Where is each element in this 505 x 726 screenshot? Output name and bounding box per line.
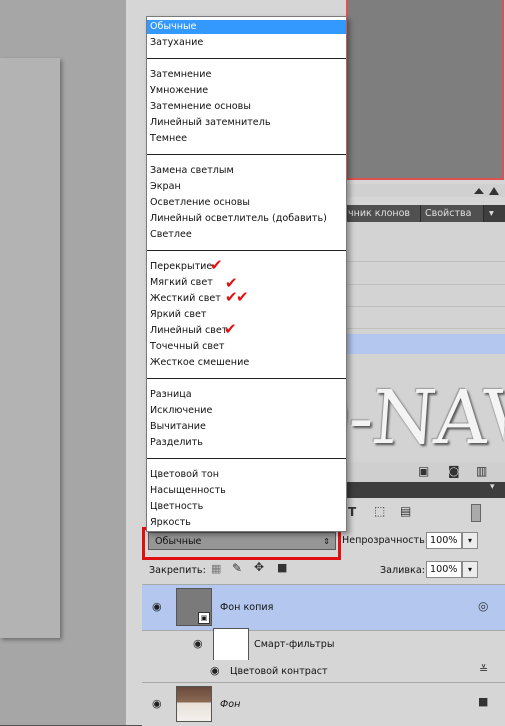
menu-item-hard-mix[interactable]: Жесткое смешение xyxy=(150,356,249,370)
blend-mode-menu: Обычные Затухание Затемнение Умножение З… xyxy=(146,16,347,532)
filter-mask-thumbnail xyxy=(213,628,249,661)
shape-filter-icon[interactable]: ⬚ xyxy=(374,504,385,518)
layer-name: Цветовой контраст xyxy=(230,666,328,677)
new-document-icon[interactable]: ▣ xyxy=(418,464,429,478)
menu-item-difference[interactable]: Разница xyxy=(150,388,192,402)
history-row[interactable] xyxy=(344,290,505,307)
history-row[interactable] xyxy=(344,268,505,285)
red-checkmark-icon: ✔ xyxy=(224,320,237,338)
menu-item-hue[interactable]: Цветовой тон xyxy=(150,468,219,482)
layer-name: Фон xyxy=(220,699,241,710)
red-checkmark-icon: ✔ xyxy=(236,288,249,306)
panel-menu-icon[interactable]: ▾ xyxy=(490,482,495,492)
layer-name: Смарт-фильтры xyxy=(254,639,335,650)
layer-color-contrast[interactable]: ◉ Цветовой контраст ≚ xyxy=(142,660,505,682)
menu-divider xyxy=(147,250,346,251)
layer-fon[interactable]: ◉ Фон ■ xyxy=(142,682,505,726)
layer-smart-filters[interactable]: ◉ Смарт-фильтры xyxy=(142,628,505,661)
menu-item-screen[interactable]: Экран xyxy=(150,180,181,194)
fill-input[interactable]: 100% xyxy=(426,561,462,578)
menu-item-soft-light[interactable]: Мягкий свет xyxy=(150,276,213,290)
tab-clone-source[interactable]: чник клонов xyxy=(344,205,421,222)
zoom-out-icon[interactable] xyxy=(474,188,484,194)
history-row[interactable] xyxy=(344,245,505,262)
panel-menu-icon[interactable]: ▾ xyxy=(485,205,505,222)
lock-transparent-icon[interactable]: ▦ xyxy=(211,562,221,575)
smart-object-icon: ▣ xyxy=(198,612,210,624)
menu-item-darker-color[interactable]: Темнее xyxy=(150,132,187,146)
lock-label: Закрепить: xyxy=(149,565,206,576)
menu-item-overlay[interactable]: Перекрытие xyxy=(150,260,212,274)
eye-icon[interactable]: ◉ xyxy=(193,637,203,650)
menu-item-normal[interactable]: Обычные xyxy=(147,20,346,34)
camera-icon[interactable]: ◙ xyxy=(448,464,460,478)
opacity-label: Непрозрачность: xyxy=(342,535,428,546)
menu-item-darken[interactable]: Затемнение xyxy=(150,68,211,82)
menu-item-hard-light[interactable]: Жесткий свет xyxy=(150,292,221,306)
menu-item-pin-light[interactable]: Точечный свет xyxy=(150,340,225,354)
fill-label: Заливка: xyxy=(380,565,425,576)
layer-thumbnail: ▣ xyxy=(176,588,212,626)
menu-item-lighten[interactable]: Замена светлым xyxy=(150,164,234,178)
move-lock-icon[interactable]: ✥ xyxy=(254,560,264,574)
menu-item-color[interactable]: Цветность xyxy=(150,500,203,514)
opacity-input[interactable]: 100% xyxy=(426,532,462,549)
canvas-scrollbar[interactable] xyxy=(126,0,143,725)
menu-item-divide[interactable]: Разделить xyxy=(150,436,203,450)
trash-icon[interactable]: ▥ xyxy=(476,464,487,478)
menu-item-color-dodge[interactable]: Осветление основы xyxy=(150,196,250,210)
panel-tabbar: чник клонов Свойства ▾ xyxy=(344,205,505,222)
menu-divider xyxy=(147,58,346,59)
lock-icon: ■ xyxy=(478,695,489,708)
type-filter-icon[interactable]: T xyxy=(348,505,356,519)
menu-item-exclusion[interactable]: Исключение xyxy=(150,404,212,418)
menu-divider xyxy=(147,378,346,379)
lock-icon[interactable]: ■ xyxy=(277,561,287,574)
eye-icon[interactable]: ◉ xyxy=(210,664,220,677)
smart-object-filter-icon[interactable]: ▤ xyxy=(400,504,411,518)
menu-item-color-burn[interactable]: Затемнение основы xyxy=(150,100,251,114)
document-canvas xyxy=(0,58,60,638)
menu-item-linear-dodge[interactable]: Линейный осветлитель (добавить) xyxy=(150,212,327,226)
navigator-zoom-bar[interactable] xyxy=(344,184,505,197)
history-row[interactable] xyxy=(344,312,505,329)
menu-divider xyxy=(147,458,346,459)
menu-item-linear-light[interactable]: Линейный свет xyxy=(150,324,227,338)
opacity-dropdown-icon[interactable]: ▾ xyxy=(462,532,478,549)
menu-item-subtract[interactable]: Вычитание xyxy=(150,420,206,434)
fill-dropdown-icon[interactable]: ▾ xyxy=(462,561,478,578)
layer-filter-row: T ⬚ ▤ xyxy=(344,500,505,526)
tab-properties[interactable]: Свойства xyxy=(421,205,484,222)
navigator-preview[interactable] xyxy=(346,0,504,180)
menu-item-lighter-color[interactable]: Светлее xyxy=(150,228,192,242)
zoom-in-icon[interactable] xyxy=(489,187,499,195)
filter-options-icon[interactable]: ≚ xyxy=(479,663,488,676)
brush-lock-icon[interactable]: ✎ xyxy=(232,561,242,575)
menu-item-linear-burn[interactable]: Линейный затемнитель xyxy=(150,116,270,130)
menu-item-multiply[interactable]: Умножение xyxy=(150,84,208,98)
layer-thumbnail-photo xyxy=(176,686,212,722)
smart-filter-badge-icon: ◎ xyxy=(478,599,489,613)
menu-item-luminosity[interactable]: Яркость xyxy=(150,516,191,530)
history-row-selected[interactable] xyxy=(344,334,505,354)
menu-item-vivid-light[interactable]: Яркий свет xyxy=(150,308,207,322)
layer-name: Фон копия xyxy=(220,602,274,613)
menu-item-saturation[interactable]: Насыщенность xyxy=(150,484,226,498)
red-checkmark-icon: ✔ xyxy=(210,256,223,274)
filter-toggle[interactable] xyxy=(471,504,481,522)
menu-divider xyxy=(147,154,346,155)
layers-panel-header: ▾ xyxy=(344,482,505,498)
menu-item-dissolve[interactable]: Затухание xyxy=(150,36,203,50)
history-footer: ▣ ◙ ▥ xyxy=(344,462,505,482)
layer-fon-copy[interactable]: ◉ ▣ Фон копия ◎ xyxy=(142,584,505,631)
eye-icon[interactable]: ◉ xyxy=(152,600,162,613)
eye-icon[interactable]: ◉ xyxy=(152,697,162,710)
